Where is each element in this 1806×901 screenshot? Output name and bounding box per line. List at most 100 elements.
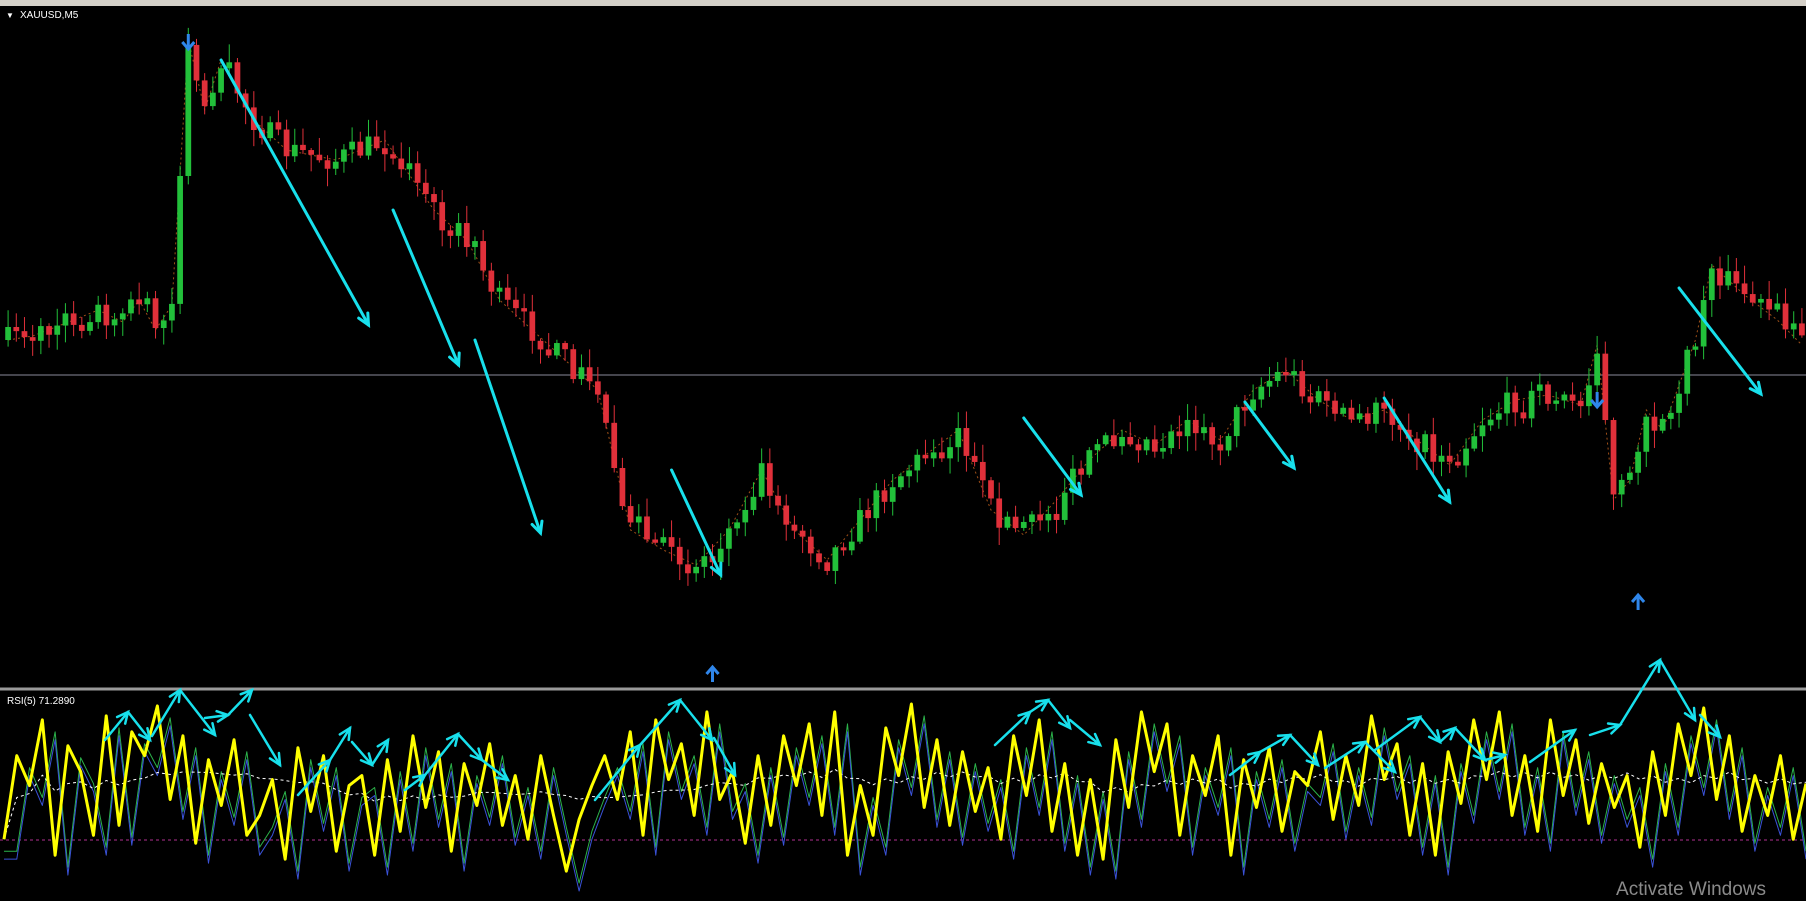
candle-body bbox=[1504, 392, 1510, 414]
candle-body bbox=[1086, 450, 1093, 475]
candle-body bbox=[1774, 303, 1781, 310]
candle-body bbox=[1373, 402, 1379, 424]
candle-body bbox=[619, 467, 626, 507]
candle-body bbox=[1020, 521, 1027, 528]
candle-body bbox=[406, 163, 413, 170]
candle-body bbox=[1766, 298, 1773, 310]
candle-body bbox=[1037, 514, 1044, 521]
candle-body bbox=[349, 141, 355, 150]
candle-body bbox=[775, 495, 781, 506]
candle-body bbox=[914, 454, 921, 471]
candle-body bbox=[472, 241, 478, 248]
candle-body bbox=[152, 298, 159, 329]
candle-body bbox=[1217, 444, 1224, 451]
candle-body bbox=[1201, 427, 1207, 434]
candle-body bbox=[1151, 439, 1158, 452]
candle-body bbox=[1266, 380, 1273, 387]
candle-body bbox=[1692, 346, 1699, 350]
candle-body bbox=[840, 547, 847, 551]
candle-body bbox=[545, 349, 552, 356]
candle-body bbox=[1135, 444, 1142, 451]
candle-body bbox=[1061, 492, 1068, 520]
candle-body bbox=[734, 522, 740, 529]
candle-body bbox=[848, 541, 855, 551]
candle-body bbox=[832, 547, 839, 571]
candle-body bbox=[1577, 400, 1584, 407]
candle-body bbox=[750, 496, 757, 510]
candle-body bbox=[1233, 407, 1240, 437]
chart-canvas[interactable]: XAUUSD,M5 ▼ RSI(5) 71.2890 bbox=[0, 0, 1806, 901]
candle-body bbox=[447, 230, 454, 236]
candle-body bbox=[1676, 393, 1682, 413]
candle-body bbox=[373, 136, 380, 149]
dropdown-triangle-icon: ▼ bbox=[6, 11, 14, 20]
candle-body bbox=[603, 394, 609, 423]
candle-body bbox=[422, 182, 429, 195]
candle-body bbox=[1192, 419, 1199, 434]
candle-body bbox=[1708, 268, 1715, 301]
candle-body bbox=[218, 68, 224, 93]
candle-body bbox=[1094, 444, 1101, 451]
candle-body bbox=[717, 548, 724, 563]
candle-body bbox=[103, 304, 110, 326]
candle-body bbox=[562, 343, 568, 350]
candle-body bbox=[1536, 384, 1543, 391]
candle-body bbox=[1119, 436, 1125, 447]
candle-body bbox=[300, 144, 306, 151]
candle-body bbox=[701, 556, 708, 567]
candle-body bbox=[1725, 271, 1732, 286]
candle-body bbox=[1545, 384, 1551, 404]
candle-body bbox=[291, 144, 298, 157]
candle-body bbox=[1594, 353, 1600, 386]
candle-body bbox=[1553, 400, 1560, 404]
candle-body bbox=[1127, 436, 1134, 445]
candle-body bbox=[13, 327, 20, 332]
candle-body bbox=[504, 287, 511, 300]
candle-body bbox=[1643, 416, 1650, 452]
candle-body bbox=[1717, 268, 1723, 286]
candle-body bbox=[1430, 434, 1437, 462]
candle-body bbox=[1045, 513, 1052, 521]
candle-body bbox=[29, 337, 36, 341]
candle-body bbox=[513, 299, 519, 309]
candle-body bbox=[586, 367, 593, 382]
candle-body bbox=[1102, 435, 1109, 445]
candle-body bbox=[1635, 451, 1641, 473]
candle-body bbox=[210, 92, 216, 107]
candle-body bbox=[1487, 419, 1494, 426]
candle-body bbox=[1356, 413, 1363, 420]
candle-body bbox=[906, 470, 912, 477]
candle-body bbox=[193, 44, 200, 81]
candle-body bbox=[1446, 455, 1453, 462]
candle-body bbox=[1749, 294, 1756, 303]
candle-body bbox=[1422, 434, 1428, 453]
candle-body bbox=[496, 287, 503, 292]
candle-body bbox=[979, 461, 986, 481]
candle-body bbox=[1176, 431, 1183, 437]
candle-body bbox=[758, 463, 765, 497]
candle bbox=[1086, 447, 1093, 478]
candle-body bbox=[488, 270, 495, 292]
candle-body bbox=[1569, 394, 1576, 401]
candle-body bbox=[1111, 435, 1117, 447]
candle-body bbox=[1323, 391, 1330, 401]
candle-body bbox=[480, 241, 487, 271]
candle-body bbox=[1225, 436, 1232, 451]
candle-body bbox=[1299, 371, 1306, 397]
candle-body bbox=[1610, 420, 1617, 495]
candle-body bbox=[1651, 416, 1658, 431]
candle-body bbox=[1332, 400, 1338, 414]
candle-body bbox=[816, 553, 822, 563]
candle-body bbox=[1618, 479, 1625, 495]
candle-body bbox=[160, 320, 167, 329]
candle-body bbox=[144, 298, 151, 305]
candle-body bbox=[996, 498, 1003, 528]
candle-body bbox=[1209, 427, 1216, 445]
candle-body bbox=[275, 122, 282, 130]
candle-body bbox=[54, 325, 61, 335]
candle-body bbox=[1274, 371, 1281, 381]
candle-body bbox=[390, 154, 396, 159]
candle-body bbox=[382, 148, 388, 155]
candle-body bbox=[1520, 412, 1527, 419]
candle-body bbox=[938, 452, 945, 459]
